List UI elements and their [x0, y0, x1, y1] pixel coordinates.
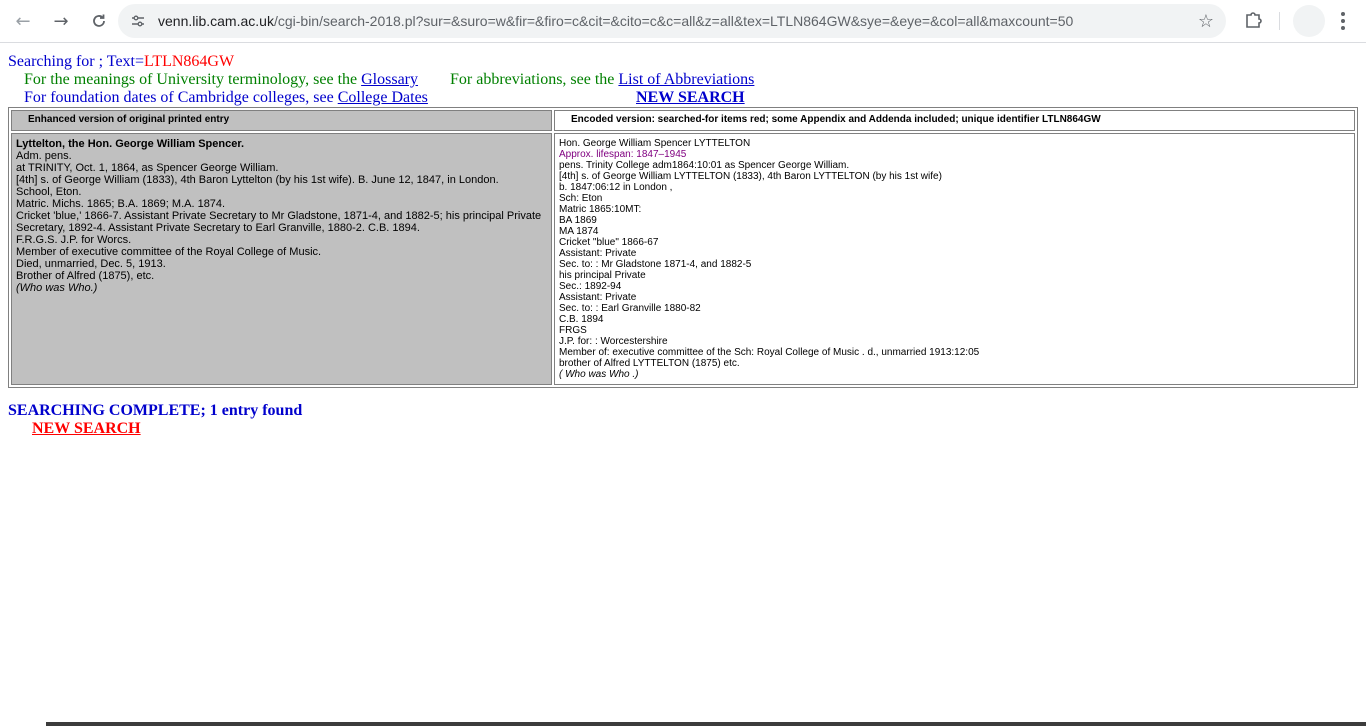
- entry-line: Adm. pens.: [16, 150, 72, 162]
- encoded-line: FRGS: [559, 325, 587, 336]
- encoded-line: Sch: Eton: [559, 193, 603, 204]
- search-complete-status: SEARCHING COMPLETE; 1 entry found: [8, 402, 303, 419]
- encoded-source: ( Who was Who .): [559, 369, 639, 380]
- encoded-line: Cricket "blue" 1866-67: [559, 237, 659, 248]
- enhanced-entry-cell: Lyttelton, the Hon. George William Spenc…: [11, 133, 552, 385]
- encoded-line: [4th] s. of George William LYTTELTON (18…: [559, 171, 942, 182]
- browser-menu-icon[interactable]: [1333, 7, 1353, 35]
- info-line-1: For the meanings of University terminolo…: [24, 71, 1358, 89]
- header-encoded: Encoded version: searched-for items red;…: [554, 110, 1355, 131]
- encoded-line: MA 1874: [559, 226, 599, 237]
- encoded-line: Sec. to: : Earl Granville 1880-82: [559, 303, 701, 314]
- entry-source: (Who was Who.): [16, 282, 98, 294]
- encoded-line: J.P. for: : Worcestershire: [559, 336, 668, 347]
- back-arrow-icon[interactable]: ←: [6, 4, 40, 38]
- toolbar-divider: [1279, 12, 1280, 30]
- encoded-line: Sec.: 1892-94: [559, 281, 622, 292]
- new-search-link-bottom[interactable]: NEW SEARCH: [32, 420, 141, 437]
- entry-line: Cricket 'blue,' 1866-7. Assistant Privat…: [16, 210, 542, 234]
- search-term: LTLN864GW: [144, 53, 235, 70]
- encoded-line: his principal Private: [559, 270, 646, 281]
- bookmark-star-icon[interactable]: ☆: [1198, 11, 1214, 32]
- encoded-line: BA 1869: [559, 215, 597, 226]
- extensions-puzzle-icon[interactable]: [1243, 9, 1267, 33]
- forward-arrow-icon[interactable]: →: [44, 4, 78, 38]
- search-summary: Searching for ; Text=LTLN864GW: [8, 53, 1358, 71]
- reload-icon[interactable]: [82, 4, 116, 38]
- url-text[interactable]: venn.lib.cam.ac.uk/cgi-bin/search-2018.p…: [158, 13, 1073, 29]
- new-search-link-top[interactable]: NEW SEARCH: [636, 89, 745, 107]
- table-header-row: Enhanced version of original printed ent…: [11, 110, 1355, 131]
- info-line-2: For foundation dates of Cambridge colleg…: [24, 89, 1358, 107]
- encoded-entry-cell: Hon. George William Spencer LYTTELTON Ap…: [554, 133, 1355, 385]
- encoded-line: Member of: executive committee of the Sc…: [559, 347, 980, 358]
- bottom-scroll-strip: [46, 722, 1366, 726]
- profile-avatar[interactable]: [1293, 5, 1325, 37]
- encoded-line: Matric 1865:10MT:: [559, 204, 642, 215]
- encoded-line: brother of Alfred LYTTELTON (1875) etc.: [559, 358, 740, 369]
- encoded-line: pens. Trinity College adm1864:10:01 as S…: [559, 160, 850, 171]
- glossary-link[interactable]: Glossary: [361, 71, 418, 88]
- college-dates-link[interactable]: College Dates: [338, 89, 428, 106]
- results-table: Enhanced version of original printed ent…: [8, 107, 1358, 388]
- search-prefix: Searching for ; Text=: [8, 53, 145, 70]
- lifespan-text: Approx. lifespan: 1847–1945: [559, 149, 687, 160]
- address-bar[interactable]: venn.lib.cam.ac.uk/cgi-bin/search-2018.p…: [118, 4, 1226, 38]
- entry-line: Member of executive committee of the Roy…: [16, 246, 322, 258]
- encoded-line: Sec. to: : Mr Gladstone 1871-4, and 1882…: [559, 259, 752, 270]
- browser-toolbar: ← → venn.lib.cam.ac.uk/cgi-bin/search-20…: [0, 0, 1366, 43]
- table-row: Lyttelton, the Hon. George William Spenc…: [11, 133, 1355, 385]
- page-content: Searching for ; Text=LTLN864GW For the m…: [8, 53, 1358, 437]
- entry-line: Brother of Alfred (1875), etc.: [16, 270, 155, 282]
- encoded-line: Hon. George William Spencer LYTTELTON: [559, 138, 751, 149]
- meanings-text: For the meanings of University terminolo…: [24, 71, 362, 88]
- entry-line: Died, unmarried, Dec. 5, 1913.: [16, 258, 166, 270]
- encoded-line: Assistant: Private: [559, 248, 637, 259]
- encoded-line: C.B. 1894: [559, 314, 604, 325]
- entry-line: [4th] s. of George William (1833), 4th B…: [16, 174, 499, 186]
- entry-line: School, Eton.: [16, 186, 82, 198]
- site-info-icon[interactable]: [126, 9, 150, 33]
- encoded-line: b. 1847:06:12 in London ,: [559, 182, 673, 193]
- header-enhanced: Enhanced version of original printed ent…: [11, 110, 552, 131]
- entry-line: F.R.G.S. J.P. for Worcs.: [16, 234, 132, 246]
- foundation-text: For foundation dates of Cambridge colleg…: [24, 89, 338, 106]
- entry-name: Lyttelton, the Hon. George William Spenc…: [16, 138, 245, 150]
- abbrev-text: For abbreviations, see the: [450, 71, 619, 88]
- encoded-line: Assistant: Private: [559, 292, 637, 303]
- abbreviations-link[interactable]: List of Abbreviations: [618, 71, 754, 88]
- entry-line: at TRINITY, Oct. 1, 1864, as Spencer Geo…: [16, 162, 279, 174]
- entry-line: Matric. Michs. 1865; B.A. 1869; M.A. 187…: [16, 198, 226, 210]
